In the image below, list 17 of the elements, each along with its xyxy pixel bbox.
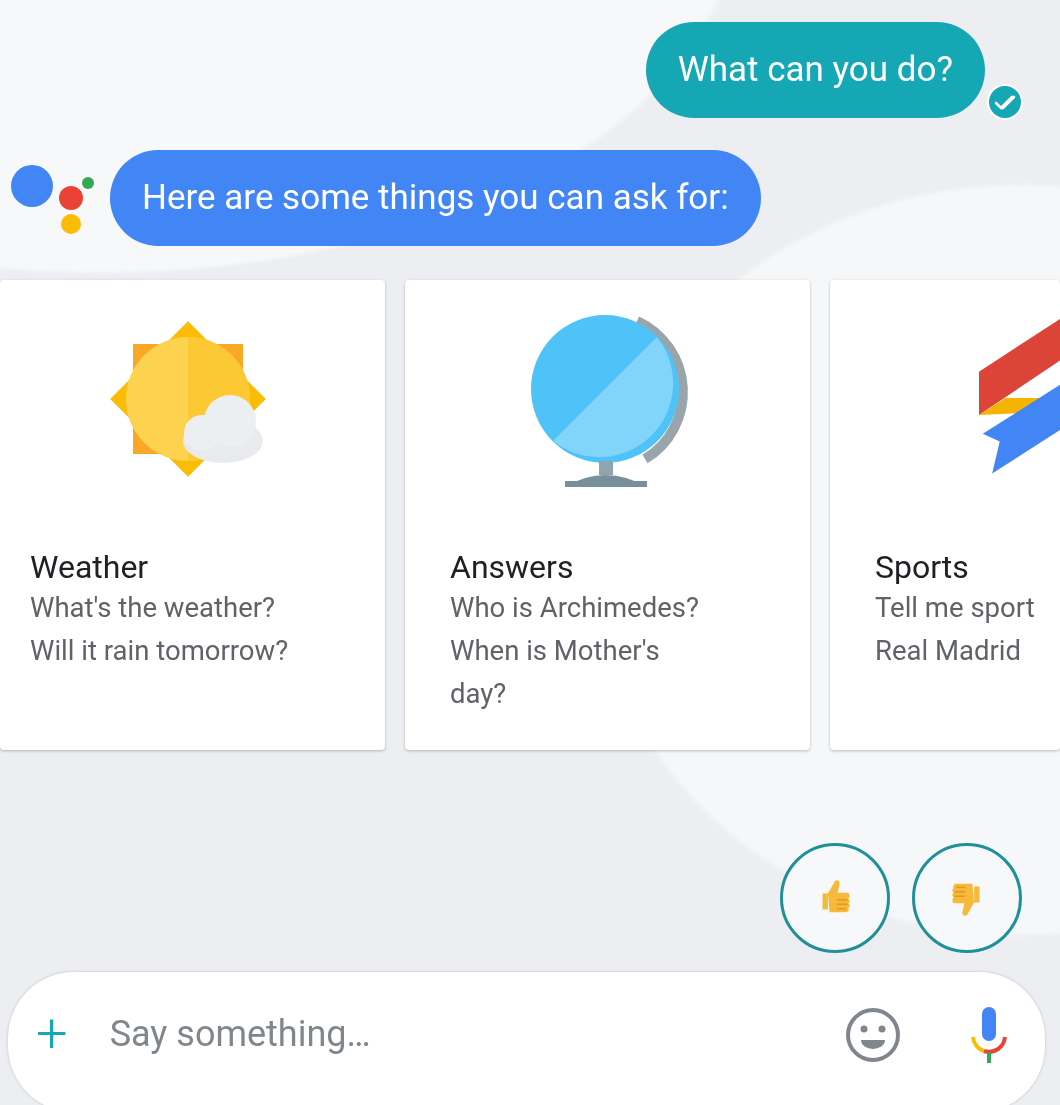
- example-query: Tell me sport: [875, 590, 1036, 626]
- example-query: Who is Archimedes?: [450, 590, 700, 626]
- suggestion-card[interactable]: Answers Who is Archimedes? When is Mother's day?: [405, 280, 810, 750]
- assistant-logo-icon: [10, 162, 96, 234]
- example-query: Real Madrid: [875, 633, 1022, 669]
- microphone-icon[interactable]: [969, 1005, 1009, 1065]
- example-query: What's the weather?: [30, 590, 277, 626]
- suggestion-card[interactable]: Sports Tell me sport Real Madrid: [830, 280, 1060, 750]
- example-query: Will it rain tomorrow?: [30, 633, 290, 669]
- card-title: Answers: [450, 548, 574, 586]
- card-title: Weather: [30, 548, 149, 586]
- example-query: When is Mother's day?: [450, 633, 661, 712]
- card-title: Sports: [875, 548, 969, 586]
- suggestion-card[interactable]: Weather What's the weather? Will it rain tomorrow?: [0, 280, 385, 750]
- message-field[interactable]: Say something…: [107, 1002, 843, 1066]
- assistant-message-bubble: Here are some things you can ask for:: [110, 150, 761, 246]
- emoji-icon[interactable]: [843, 1005, 903, 1065]
